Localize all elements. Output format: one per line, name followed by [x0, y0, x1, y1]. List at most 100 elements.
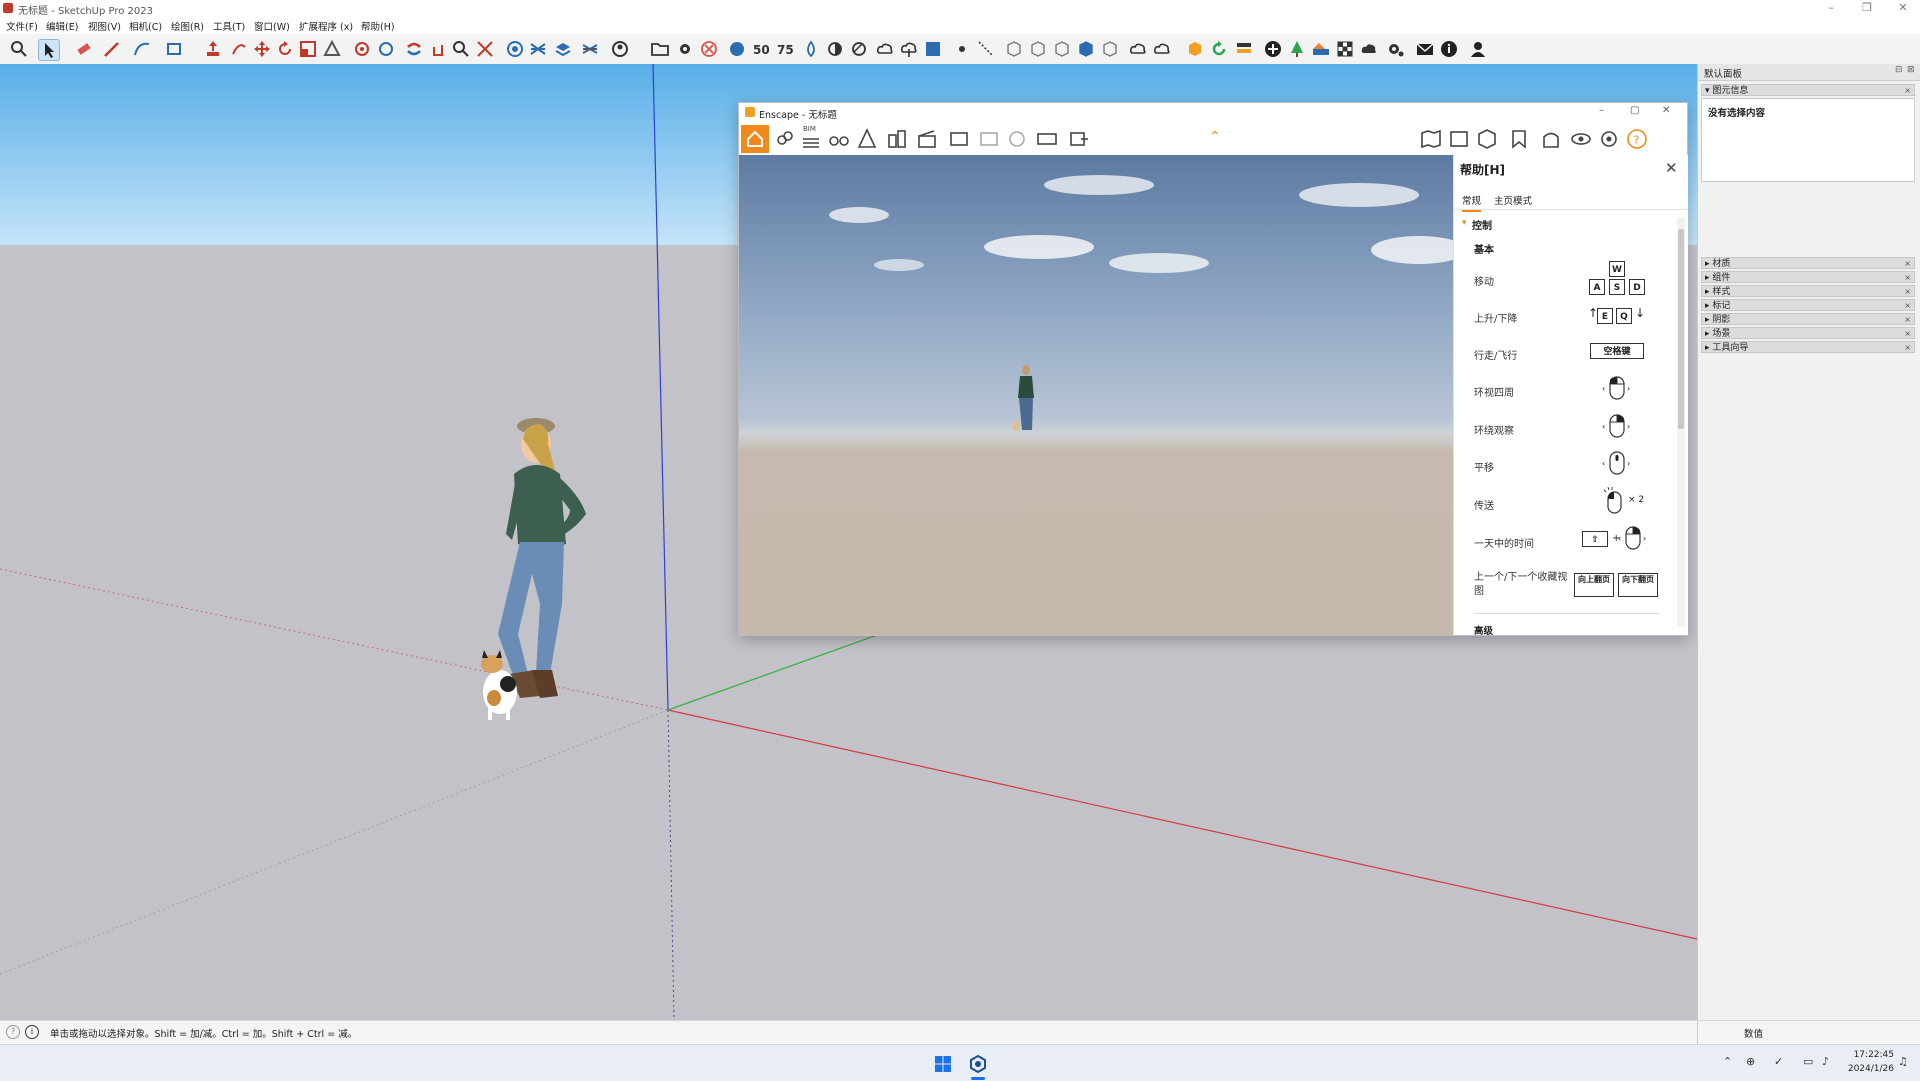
entity-info-close-icon[interactable]: × — [1904, 85, 1911, 97]
hatch-icon[interactable] — [849, 39, 869, 59]
clock-date[interactable]: 2024/1/26 — [1846, 1064, 1894, 1074]
enscape-close-button[interactable]: ✕ — [1662, 105, 1670, 116]
enscape-sync-icon[interactable] — [1209, 39, 1229, 59]
help-close-icon[interactable]: ✕ — [1665, 159, 1678, 177]
menu-window[interactable]: 窗口(W) — [254, 19, 290, 33]
extension-tool-50-icon[interactable]: 50 — [752, 39, 772, 59]
menu-edit[interactable]: 编辑(E) — [46, 19, 78, 33]
menu-camera[interactable]: 相机(C) — [129, 19, 162, 33]
clapperboard-icon[interactable] — [915, 127, 939, 151]
panel-shadows-close-icon[interactable]: × — [1904, 314, 1911, 326]
batch-render-icon[interactable] — [977, 127, 1001, 151]
menu-extensions[interactable]: 扩展程序 (x) — [299, 19, 353, 33]
help-icon[interactable]: ? — [1625, 127, 1649, 151]
add-circle-icon[interactable] — [1263, 39, 1283, 59]
push-pull-tool-icon[interactable] — [203, 39, 223, 59]
tape-measure-tool-icon[interactable] — [352, 39, 372, 59]
sketchup-taskbar-icon[interactable] — [968, 1054, 988, 1074]
panel-scenes[interactable]: ▸ 场景 × — [1701, 327, 1915, 339]
select-tool-icon[interactable] — [38, 39, 60, 61]
eraser-tool-icon[interactable] — [74, 39, 94, 59]
windows-start-icon[interactable] — [935, 1056, 951, 1072]
instructor-info-icon[interactable]: i — [25, 1025, 39, 1039]
close-button[interactable]: ✕ — [1886, 0, 1920, 16]
extension-tool-75-icon[interactable]: 75 — [776, 39, 796, 59]
offset-tool-icon[interactable] — [322, 39, 342, 59]
zoom-window-icon[interactable] — [451, 39, 471, 59]
screenshot-icon[interactable] — [947, 127, 971, 151]
export-icon[interactable] — [1067, 127, 1091, 151]
menu-view[interactable]: 视图(V) — [88, 19, 121, 33]
map-icon[interactable] — [1419, 127, 1443, 151]
move-tool-icon[interactable] — [252, 39, 272, 59]
standard-view-back-icon[interactable] — [1100, 39, 1120, 59]
enscape-logo-icon[interactable] — [1185, 39, 1205, 59]
point-icon[interactable] — [952, 39, 972, 59]
standard-view-front-icon[interactable] — [1052, 39, 1072, 59]
cloud-upload-dark-icon[interactable] — [1359, 39, 1379, 59]
zoom-tool-icon[interactable] — [9, 39, 29, 59]
panel-shadows[interactable]: ▸ 阴影 × — [1701, 313, 1915, 325]
cloud-share-icon[interactable] — [1152, 39, 1172, 59]
scale-tool-icon[interactable] — [298, 39, 318, 59]
entity-info-header[interactable]: ▾ 图元信息 × — [1701, 84, 1915, 96]
panel-instructor[interactable]: ▸ 工具向导 × — [1701, 341, 1915, 353]
volume-icon[interactable]: ♪ — [1822, 1055, 1829, 1068]
enscape-assets-icon[interactable] — [1234, 39, 1254, 59]
warehouse-icon[interactable] — [505, 39, 525, 59]
gear-extension-icon[interactable] — [1385, 39, 1405, 59]
vr-icon[interactable] — [1005, 127, 1029, 151]
standard-view-iso-icon[interactable] — [1004, 39, 1024, 59]
user-profile-icon[interactable] — [1468, 39, 1488, 59]
panel-tags-close-icon[interactable]: × — [1904, 300, 1911, 312]
collapse-toolbar-chevron-icon[interactable]: ⌃ — [1209, 129, 1221, 145]
section-collapse-icon[interactable]: ▾ — [1462, 218, 1467, 228]
home-icon[interactable] — [741, 125, 769, 153]
panel-components[interactable]: ▸ 组件 × — [1701, 271, 1915, 283]
standard-view-top-icon[interactable] — [1028, 39, 1048, 59]
bookmark-icon[interactable] — [1507, 127, 1531, 151]
line-tool-icon[interactable] — [102, 39, 122, 59]
cancel-icon[interactable] — [699, 39, 719, 59]
clock-time[interactable]: 17:22:45 — [1846, 1050, 1894, 1060]
menu-tools[interactable]: 工具(T) — [213, 19, 245, 33]
layers-icon[interactable] — [553, 39, 573, 59]
panel-materials-close-icon[interactable]: × — [1904, 258, 1911, 270]
dashed-line-icon[interactable] — [976, 39, 996, 59]
orbit-tool-icon[interactable] — [404, 39, 424, 59]
enscape-maximize-button[interactable]: ▢ — [1630, 105, 1639, 116]
sandbox-icon[interactable] — [580, 39, 600, 59]
info-icon[interactable] — [1439, 39, 1459, 59]
geo-location-icon[interactable]: ? — [6, 1025, 20, 1039]
contrast-icon[interactable] — [825, 39, 845, 59]
network-icon[interactable]: ▭ — [1803, 1055, 1813, 1068]
menu-help[interactable]: 帮助(H) — [361, 19, 395, 33]
panel-materials[interactable]: ▸ 材质 × — [1701, 257, 1915, 269]
asset-library-icon[interactable] — [1539, 127, 1563, 151]
tray-overflow-chevron-icon[interactable]: ⌃ — [1723, 1055, 1732, 1068]
cloud-sync-icon[interactable] — [1128, 39, 1148, 59]
panel-instructor-close-icon[interactable]: × — [1904, 342, 1911, 354]
section-controls[interactable]: 控制 — [1472, 217, 1492, 232]
menu-file[interactable]: 文件(F) — [6, 19, 38, 33]
visual-settings-icon[interactable] — [1569, 127, 1593, 151]
maximize-button[interactable]: ❐ — [1850, 0, 1884, 16]
open-folder-icon[interactable] — [650, 39, 670, 59]
rotate-tool-icon[interactable] — [275, 39, 295, 59]
drop-icon[interactable] — [801, 39, 821, 59]
cloud-download-icon[interactable] — [899, 39, 919, 59]
cloud-upload-icon[interactable] — [875, 39, 895, 59]
rectangle-tool-icon[interactable] — [164, 39, 184, 59]
compass-icon[interactable] — [855, 127, 879, 151]
settings-icon[interactable] — [675, 39, 695, 59]
section-advanced[interactable]: 高级 — [1474, 623, 1493, 635]
follow-me-tool-icon[interactable] — [229, 39, 249, 59]
extension-tool-1-icon[interactable] — [727, 39, 747, 59]
mail-icon[interactable] — [1415, 39, 1435, 59]
security-icon[interactable]: ✓ — [1774, 1055, 1783, 1068]
standard-view-right-icon[interactable] — [1076, 39, 1096, 59]
tree-icon[interactable] — [1287, 39, 1307, 59]
cube-icon[interactable] — [1475, 127, 1499, 151]
view-mode-icon[interactable] — [1447, 127, 1471, 151]
model-viewport[interactable]: Enscape - 无标题 – ▢ ✕ BIM ⌃ ? 帮助[H] ✕ 常规 主… — [0, 64, 1697, 1020]
